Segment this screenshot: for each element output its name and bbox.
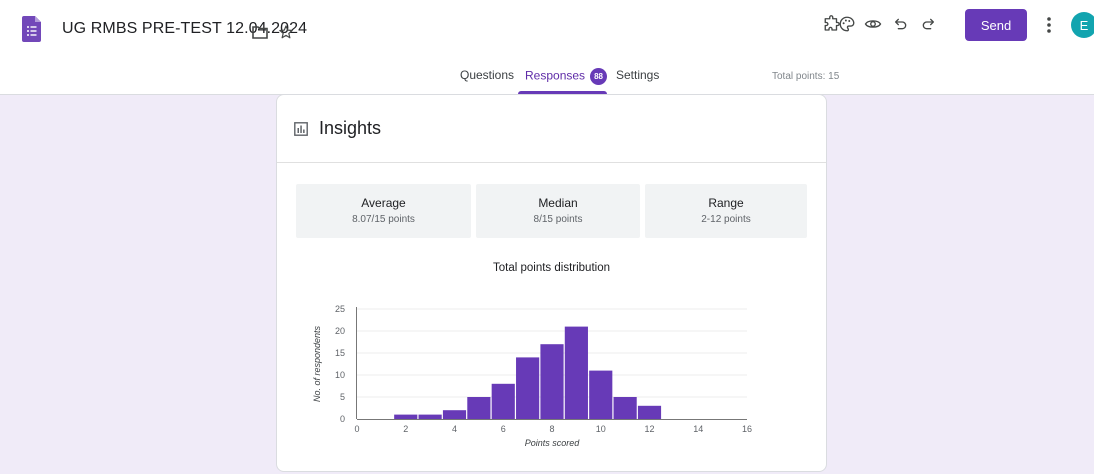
stat-range-value: 2-12 points: [701, 214, 751, 225]
histogram-bar: [442, 410, 467, 419]
stat-median-value: 8/15 points: [533, 214, 583, 225]
y-tick-label: 5: [340, 392, 345, 402]
x-tick-label: 8: [549, 424, 554, 434]
insights-header: Insights: [277, 95, 826, 163]
more-options-icon[interactable]: [1039, 15, 1059, 35]
stat-range: Range 2-12 points: [645, 184, 807, 238]
histogram-bar: [564, 326, 588, 419]
responses-count-badge: 88: [590, 68, 608, 85]
y-tick-label: 20: [335, 326, 345, 336]
histogram-bar: [394, 414, 418, 419]
x-tick-label: 0: [354, 424, 359, 434]
chart-title: Total points distribution: [493, 262, 610, 274]
stat-average: Average 8.07/15 points: [296, 184, 471, 238]
tab-questions[interactable]: Questions: [460, 68, 514, 82]
points-distribution-chart: 0 5 10 15 20 25 0 2 4 6 8 10 12 14 16 Points scored No…: [312, 304, 752, 448]
histogram-bar: [540, 344, 564, 419]
y-tick-label: 10: [335, 370, 345, 380]
chart-bars: [394, 326, 662, 419]
redo-icon[interactable]: [918, 14, 938, 34]
histogram-bar: [516, 357, 540, 419]
stat-median-label: Median: [538, 196, 578, 210]
histogram-bar: [467, 397, 491, 419]
x-tick-label: 4: [452, 424, 457, 434]
x-tick-label: 16: [742, 424, 752, 434]
x-tick-label: 2: [403, 424, 408, 434]
stat-average-value: 8.07/15 points: [352, 214, 415, 225]
insights-chart-icon: [294, 122, 308, 136]
send-button[interactable]: Send: [965, 9, 1027, 41]
tab-settings[interactable]: Settings: [616, 68, 659, 82]
top-bar: UG RMBS PRE-TEST 12.04.2024 Send E: [0, 0, 1094, 58]
folder-icon[interactable]: [250, 22, 270, 42]
histogram-bar: [613, 397, 637, 419]
forms-logo-icon[interactable]: [22, 16, 41, 42]
histogram-bar: [491, 383, 515, 419]
y-tick-label: 25: [335, 304, 345, 314]
stat-median: Median 8/15 points: [476, 184, 640, 238]
tab-responses[interactable]: Responses 88: [525, 68, 608, 85]
histogram-bar: [418, 414, 442, 419]
x-tick-label: 10: [596, 424, 606, 434]
x-axis-label: Points scored: [525, 438, 581, 448]
stat-average-label: Average: [361, 196, 406, 210]
stat-range-label: Range: [708, 196, 744, 210]
x-tick-label: 12: [644, 424, 654, 434]
x-tick-label: 14: [693, 424, 703, 434]
total-points-label: Total points: 15: [772, 71, 840, 82]
undo-icon[interactable]: [891, 14, 911, 34]
tab-bar: Questions Responses 88 Settings Total poi…: [0, 58, 1094, 94]
histogram-bar: [637, 405, 662, 419]
insights-title: Insights: [319, 118, 382, 138]
customize-theme-icon[interactable]: [837, 14, 857, 34]
tab-responses-label: Responses: [525, 68, 586, 83]
histogram-bar: [589, 370, 613, 419]
avatar[interactable]: E: [1071, 12, 1094, 38]
y-tick-label: 15: [335, 348, 345, 358]
x-tick-label: 6: [501, 424, 506, 434]
star-icon[interactable]: [276, 22, 296, 42]
preview-eye-icon[interactable]: [863, 14, 883, 34]
y-tick-label: 0: [340, 414, 345, 424]
insights-card: Insights Average 8.07/15 points Median 8…: [276, 94, 827, 472]
y-axis-label: No. of respondents: [312, 325, 322, 402]
form-title[interactable]: UG RMBS PRE-TEST 12.04.2024: [62, 20, 307, 38]
